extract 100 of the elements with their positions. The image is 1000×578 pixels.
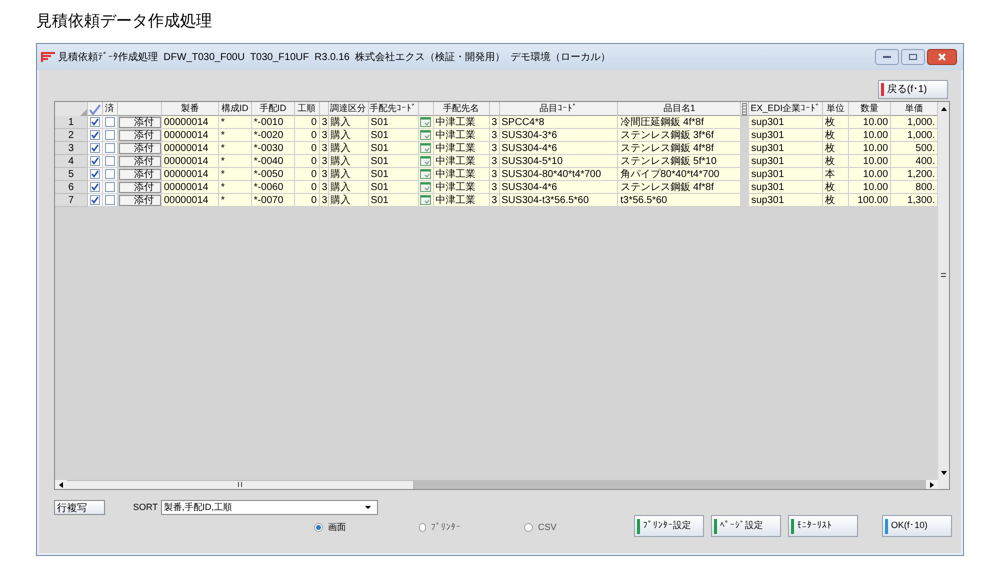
checkbox[interactable] xyxy=(104,117,115,127)
table-cell: S01 xyxy=(368,155,419,168)
column-header[interactable]: 数量 xyxy=(860,102,879,116)
column-header[interactable]: 手配ID xyxy=(259,102,286,116)
table-cell: SPCC4*8 xyxy=(500,116,618,129)
checkbox[interactable] xyxy=(90,169,100,179)
table-cell: *-0010 xyxy=(252,116,295,129)
attach-button[interactable]: 添付 xyxy=(118,156,161,167)
checkbox[interactable] xyxy=(90,195,100,205)
action-button[interactable]: ﾌﾟﾘﾝﾀｰ設定 xyxy=(634,515,704,537)
column-header[interactable]: 調達区分 xyxy=(330,102,366,116)
calendar-icon[interactable] xyxy=(420,182,432,192)
checkbox[interactable] xyxy=(90,130,100,140)
checkbox[interactable] xyxy=(104,143,115,153)
row-header[interactable]: 7 xyxy=(55,194,88,207)
table-cell: S01 xyxy=(368,116,419,129)
table-cell: 1,200. xyxy=(891,168,938,181)
calendar-icon[interactable] xyxy=(420,143,432,153)
radio-button[interactable] xyxy=(419,523,426,532)
calendar-icon[interactable] xyxy=(420,156,432,166)
calendar-icon[interactable] xyxy=(420,195,432,205)
row-header[interactable]: 2 xyxy=(55,129,88,142)
action-button[interactable]: ﾓﾆﾀｰﾘｽﾄ xyxy=(788,515,858,537)
table-cell: t3*56.5*60 xyxy=(618,194,742,207)
column-header[interactable]: 品目ｺｰﾄﾞ xyxy=(539,102,578,116)
radio-label[interactable]: ﾌﾟﾘﾝﾀｰ xyxy=(431,521,461,534)
table-cell: * xyxy=(218,168,252,181)
column-header[interactable]: 構成ID xyxy=(221,102,248,116)
attach-button[interactable]: 添付 xyxy=(118,117,161,128)
radio-label[interactable]: CSV xyxy=(538,521,557,534)
attach-button[interactable]: 添付 xyxy=(118,169,161,180)
table-cell: 0 xyxy=(294,129,320,142)
minimize-button[interactable] xyxy=(875,49,899,65)
table-cell: 0 xyxy=(294,116,320,129)
row-header[interactable]: 3 xyxy=(55,142,88,155)
column-header[interactable]: 単価 xyxy=(905,102,924,116)
horizontal-scrollbar[interactable] xyxy=(55,480,938,489)
action-button[interactable]: ﾍﾟｰｼﾞ設定 xyxy=(711,515,781,537)
column-header[interactable]: 単位 xyxy=(826,102,845,116)
table-cell: 冷間圧延鋼鈑 4f*8f xyxy=(618,116,742,129)
checkbox[interactable] xyxy=(104,130,115,140)
checkbox[interactable] xyxy=(104,169,115,179)
scroll-down-icon xyxy=(940,471,946,475)
calendar-icon[interactable] xyxy=(420,130,432,140)
table-cell: 00000014 xyxy=(162,142,219,155)
radio-button[interactable] xyxy=(314,523,323,532)
scroll-up-icon xyxy=(940,107,946,111)
table-cell: sup301 xyxy=(749,194,824,207)
copy-row-button[interactable]: 行複写 xyxy=(54,500,105,515)
radio-label[interactable]: 画面 xyxy=(328,521,346,534)
table-cell: 1,000. xyxy=(891,129,938,142)
table-cell: sup301 xyxy=(749,116,824,129)
table-cell: 00000014 xyxy=(162,194,219,207)
column-header[interactable]: EX_EDI企業ｺｰﾄﾞ xyxy=(750,102,821,116)
attach-button[interactable]: 添付 xyxy=(118,195,161,206)
table-cell: 1,000. xyxy=(891,116,938,129)
checkmark-icon[interactable] xyxy=(88,104,101,114)
maximize-icon xyxy=(909,54,917,60)
row-header[interactable]: 1 xyxy=(55,116,88,129)
table-cell: 0 xyxy=(294,181,320,194)
row-header[interactable]: 4 xyxy=(55,155,88,168)
page-title: 見積依頼データ作成処理 xyxy=(36,12,212,32)
table-cell: sup301 xyxy=(749,155,824,168)
table-cell: 枚 xyxy=(823,142,850,155)
column-header[interactable]: 工順 xyxy=(298,102,316,116)
vertical-scrollbar[interactable] xyxy=(938,102,949,489)
checkbox[interactable] xyxy=(90,182,100,192)
table-cell: SUS304-4*6 xyxy=(500,181,618,194)
checkbox[interactable] xyxy=(90,143,100,153)
column-header[interactable]: 手配先名 xyxy=(443,102,480,116)
table-cell: * xyxy=(218,129,252,142)
attach-button[interactable]: 添付 xyxy=(118,130,161,141)
table-cell: 0 xyxy=(294,168,320,181)
column-grip-icon[interactable] xyxy=(742,103,748,115)
checkbox[interactable] xyxy=(90,156,100,166)
table-cell: 購入 xyxy=(328,194,369,207)
attach-button[interactable]: 添付 xyxy=(118,143,161,154)
attach-button[interactable]: 添付 xyxy=(118,182,161,193)
checkbox[interactable] xyxy=(104,182,115,192)
action-button[interactable]: OK(f･10) xyxy=(882,515,952,537)
table-cell: 中津工業 xyxy=(434,155,490,168)
sort-dropdown[interactable]: 製番,手配ID,工順 xyxy=(160,500,378,515)
column-header[interactable]: 品目名1 xyxy=(663,102,696,116)
checkbox[interactable] xyxy=(104,195,115,205)
column-header[interactable]: 済 xyxy=(104,102,114,116)
table-cell: 00000014 xyxy=(162,116,219,129)
close-button[interactable] xyxy=(927,49,957,65)
table-cell: 3 xyxy=(490,194,500,207)
maximize-button[interactable] xyxy=(901,49,925,65)
calendar-icon[interactable] xyxy=(420,117,432,127)
back-button[interactable]: 戻る(f･1) xyxy=(878,80,948,99)
table-cell: SUS304-3*6 xyxy=(500,129,618,142)
checkbox[interactable] xyxy=(104,156,115,166)
radio-button[interactable] xyxy=(524,523,533,532)
row-header[interactable]: 5 xyxy=(55,168,88,181)
column-header[interactable]: 手配先ｺｰﾄﾞ xyxy=(370,102,417,116)
row-header[interactable]: 6 xyxy=(55,181,88,194)
calendar-icon[interactable] xyxy=(420,169,432,179)
column-header[interactable]: 製番 xyxy=(180,102,199,116)
checkbox[interactable] xyxy=(90,117,100,127)
